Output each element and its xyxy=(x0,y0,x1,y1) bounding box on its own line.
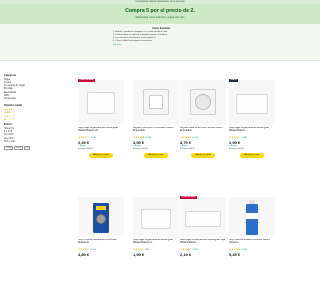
product-card[interactable]: Ceys Cinta de Reparación Americana Resis… xyxy=(78,197,124,257)
socket-shape xyxy=(195,94,211,110)
review-count: 3.215 xyxy=(90,249,96,251)
price-filter-link[interactable]: 50 € y más xyxy=(4,141,44,144)
review-count: 6.102 xyxy=(192,137,198,139)
tape-roll-shape xyxy=(96,214,106,224)
storage-box-shape xyxy=(141,209,171,229)
product-image[interactable] xyxy=(78,80,124,125)
product-title[interactable]: Caja Cajas Organizadoras Rectangular Plá… xyxy=(78,127,124,136)
product-price: 2,19 € xyxy=(180,252,192,258)
storage-box-shape xyxy=(236,94,268,114)
delivery-info: Entrega GRATIS xyxy=(180,148,195,151)
promo-line: 4. Oferta válida hasta agotar existencia… xyxy=(113,40,153,43)
stars-icon: ★★★★☆ xyxy=(180,248,192,251)
category-heading: Categoría xyxy=(4,74,16,77)
product-card[interactable]: Ceys Silicona Sellador Multiusos Blanco … xyxy=(229,197,275,257)
promo-banner: Compra 5 por el precio de 2. Selecciona … xyxy=(0,4,320,24)
rating-heading: Opinión media xyxy=(4,103,23,107)
product-title[interactable]: Ceys Silicona Sellador Multiusos Blanco … xyxy=(229,239,275,248)
add-to-cart-button[interactable]: Añadir al carrito xyxy=(240,153,264,158)
review-count: 1.088 xyxy=(241,137,247,139)
promo-title: Compra 5 por el precio de 2. xyxy=(125,8,195,14)
min-price-input[interactable]: € Mín xyxy=(4,145,13,150)
delivery-info: Entrega GRATIS xyxy=(229,148,244,151)
silicone-cartridge-shape xyxy=(246,204,258,235)
tape-label-shape xyxy=(96,206,106,210)
add-to-cart-button[interactable]: Añadir al carrito xyxy=(89,153,113,158)
stars-icon: ★★★★★ xyxy=(229,248,241,251)
product-image[interactable] xyxy=(133,197,179,237)
promo-instructions: Cómo funciona 1. Añade 5 productos elegi… xyxy=(113,25,209,47)
product-image[interactable] xyxy=(180,197,226,237)
price-heading: Precio xyxy=(4,123,12,127)
promo-how-heading: Cómo funciona xyxy=(152,26,170,30)
review-count: 4.376 xyxy=(241,249,247,251)
product-price: 1,99 € xyxy=(133,252,145,258)
product-image[interactable] xyxy=(180,80,226,125)
product-title[interactable]: Legrand Interruptor Conmutador Blanco Em… xyxy=(133,127,179,136)
stars-icon: ★★★★☆ xyxy=(78,248,90,251)
product-price: 4,89 € xyxy=(78,252,90,258)
price-range-inputs: € Mín € Máx Ir xyxy=(4,145,44,150)
product-title[interactable]: Ceys Cinta de Reparación Americana Resis… xyxy=(78,239,124,248)
cartridge-label-shape xyxy=(246,213,258,219)
product-card[interactable]: Nuevo Caja Cajas Organizadoras Rectangul… xyxy=(229,79,275,158)
storage-box-shape xyxy=(185,211,221,227)
new-badge: Nuevo xyxy=(229,79,239,83)
product-card[interactable]: Legrand Interruptor Conmutador Blanco Em… xyxy=(133,80,179,158)
stars-icon: ★★★★★ xyxy=(180,136,192,139)
deal-badge: Oferta limitada xyxy=(180,196,198,200)
storage-box-shape xyxy=(87,92,115,114)
add-to-cart-button[interactable]: Añadir al carrito xyxy=(144,153,168,158)
product-image[interactable] xyxy=(133,80,179,125)
product-card[interactable]: Oferta limitada Caja Cajas Organizadoras… xyxy=(78,79,124,158)
stars-icon: ★★★★★ xyxy=(133,136,145,139)
max-price-input[interactable]: € Máx xyxy=(14,145,23,150)
product-price: 5,49 € xyxy=(229,252,241,258)
product-title[interactable]: Legrand Base de Enchufe Schuko Blanco Em… xyxy=(180,127,226,136)
deal-badge: Oferta limitada xyxy=(78,79,96,83)
review-count: 987 xyxy=(145,249,150,251)
promo-see-more-link[interactable]: Ver más xyxy=(113,44,209,46)
product-title[interactable]: Caja Cajas Organizadoras Rectangular Plá… xyxy=(133,239,179,248)
review-count: 8.734 xyxy=(145,137,151,139)
stars-icon: ★★★★☆ xyxy=(229,136,241,139)
switch-rocker-shape xyxy=(149,95,163,109)
product-image[interactable] xyxy=(78,197,124,237)
review-count: 1.542 xyxy=(192,249,198,251)
category-link[interactable]: Almacenaje xyxy=(4,98,44,101)
promo-section: Compra 5 por el precio de 2. Selecciona … xyxy=(0,4,320,61)
product-card[interactable]: Caja Cajas Organizadoras Rectangular Plá… xyxy=(133,197,179,257)
rating-filter[interactable]: ★☆☆☆☆ xyxy=(4,118,44,121)
product-image[interactable] xyxy=(229,80,275,125)
stars-icon: ★★★★☆ xyxy=(78,136,90,139)
price-go-button[interactable]: Ir xyxy=(24,145,30,150)
product-image[interactable] xyxy=(229,197,275,237)
product-card[interactable]: Oferta limitada Caja Cajas Organizadoras… xyxy=(180,196,226,258)
product-title[interactable]: Caja Cajas Organizadoras Rectangular Plá… xyxy=(229,127,275,136)
filter-sidebar: Categoría Hogar Cocina Accesorios de hog… xyxy=(4,74,44,150)
stars-icon: ★★★★☆ xyxy=(133,248,145,251)
delivery-info: Entrega GRATIS xyxy=(133,148,148,151)
delivery-info: Entrega GRATIS xyxy=(78,148,93,151)
product-title[interactable]: Caja Cajas Organizadoras Rectangular Baj… xyxy=(180,239,226,248)
promo-subtitle: Selecciona cinco artículos y paga solo d… xyxy=(135,16,185,19)
add-to-cart-button[interactable]: Añadir al carrito xyxy=(191,153,215,158)
product-card[interactable]: Legrand Base de Enchufe Schuko Blanco Em… xyxy=(180,80,226,158)
review-count: 2.145 xyxy=(90,137,96,139)
